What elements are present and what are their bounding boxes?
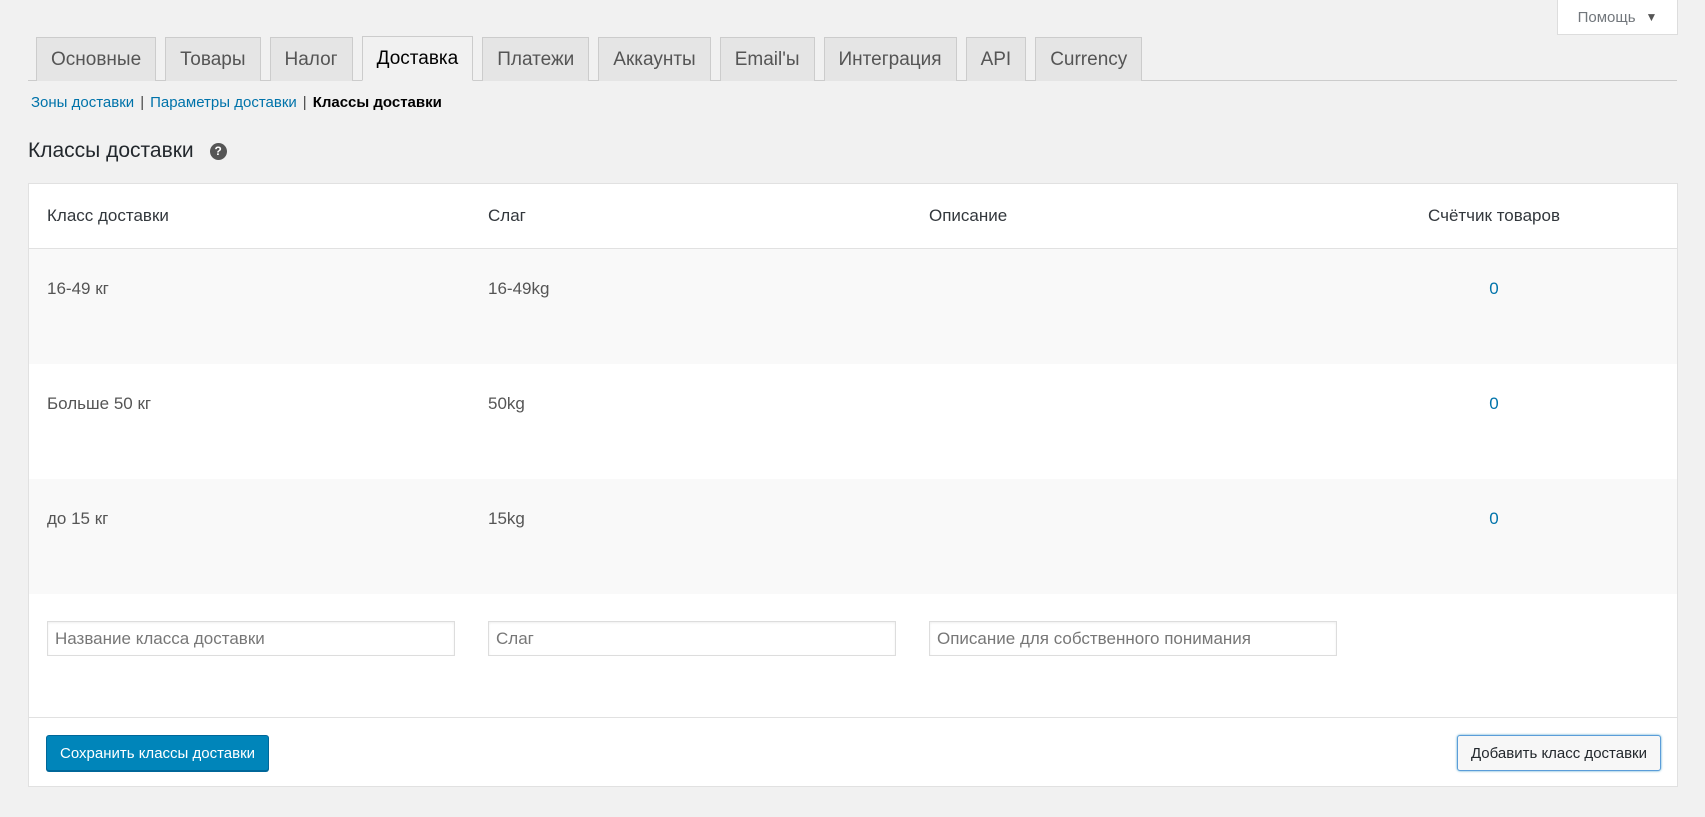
shipping-classes-table: Класс доставки Слаг Описание Счётчик тов… [28,183,1678,787]
header-slug: Слаг [488,206,526,225]
tab-shipping[interactable]: Доставка [361,36,474,81]
header-description: Описание [929,206,1008,225]
table-footer: Сохранить классы доставки Добавить класс… [29,718,1677,788]
subnav-shipping-zones[interactable]: Зоны доставки [31,94,134,111]
triangle-down-icon: ▼ [1645,10,1658,24]
row-count-cell: 0 [1369,279,1619,299]
tab-tax[interactable]: Налог [269,37,353,81]
subnav-shipping-classes: Классы доставки [312,94,442,111]
row-slug: 16-49kg [488,279,550,298]
question-circle-icon[interactable]: ? [209,142,227,160]
row-class-name: Больше 50 кг [47,394,152,413]
table-row[interactable]: Больше 50 кг 50kg 0 [29,364,1677,479]
tab-emails[interactable]: Email'ы [719,37,815,81]
new-class-name-input[interactable] [47,621,455,656]
row-count-link[interactable]: 0 [1489,394,1498,413]
row-count-cell: 0 [1369,509,1619,529]
help-label: Помощь [1577,8,1636,26]
subnav-shipping-options[interactable]: Параметры доставки [150,94,297,111]
table-row[interactable]: до 15 кг 15kg 0 [29,479,1677,594]
header-class: Класс доставки [47,206,169,225]
page-title: Классы доставки [28,139,194,162]
new-class-description-input[interactable] [929,621,1337,656]
tab-accounts[interactable]: Аккаунты [598,37,711,81]
row-count-cell: 0 [1369,394,1619,414]
tab-payments[interactable]: Платежи [482,37,590,81]
row-slug: 50kg [488,394,525,413]
tab-integration[interactable]: Интеграция [823,37,957,81]
shipping-subnav: Зоны доставки | Параметры доставки | Кла… [31,94,442,111]
tab-currency[interactable]: Currency [1035,37,1143,81]
save-classes-button[interactable]: Сохранить классы доставки [46,735,270,771]
settings-tabs: Основные Товары Налог Доставка Платежи А… [28,36,1677,81]
row-count-link[interactable]: 0 [1489,509,1498,528]
new-class-slug-input[interactable] [488,621,896,656]
table-header: Класс доставки Слаг Описание Счётчик тов… [29,184,1677,249]
add-class-button[interactable]: Добавить класс доставки [1456,735,1661,771]
help-button[interactable]: Помощь ▼ [1557,0,1678,35]
header-count: Счётчик товаров [1428,206,1560,225]
subnav-separator: | [302,94,307,111]
table-row[interactable]: 16-49 кг 16-49kg 0 [29,249,1677,364]
tab-api[interactable]: API [965,37,1027,81]
row-class-name: до 15 кг [47,509,109,528]
row-class-name: 16-49 кг [47,279,109,298]
subnav-separator: | [140,94,145,111]
new-class-row [29,594,1677,718]
row-count-link[interactable]: 0 [1489,279,1498,298]
tab-general[interactable]: Основные [36,37,157,81]
row-slug: 15kg [488,509,525,528]
page-heading: Классы доставки ? [28,139,227,163]
tab-products[interactable]: Товары [165,37,261,81]
